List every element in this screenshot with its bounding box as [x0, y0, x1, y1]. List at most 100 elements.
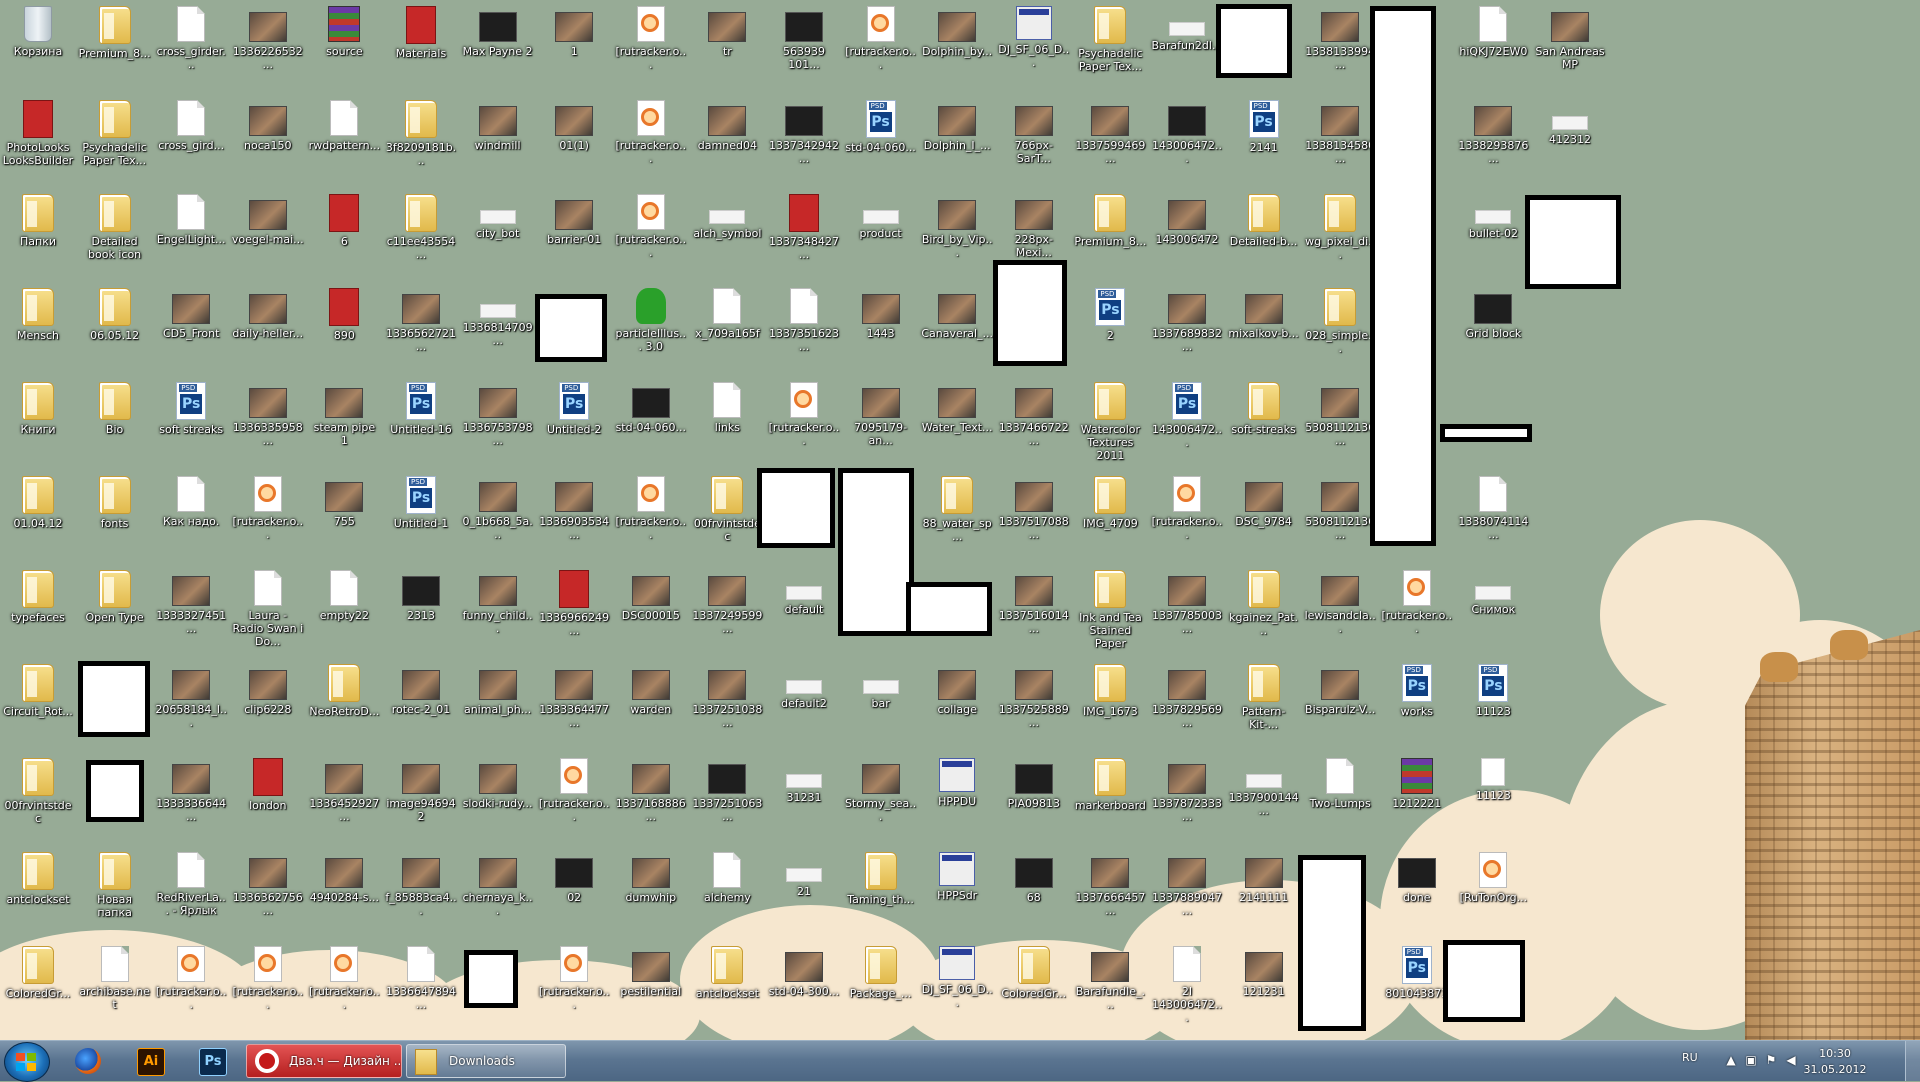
desktop-icon-img[interactable]: 766px-SarT... — [996, 94, 1072, 165]
desktop-icon-opera[interactable]: [rutracker.o... — [613, 188, 689, 259]
desktop-icon-doc[interactable]: 1338074114... — [1455, 470, 1531, 541]
desktop-icon-img[interactable]: 1336753798... — [460, 376, 536, 447]
desktop-icon-img[interactable]: 1337466722... — [996, 376, 1072, 447]
taskbar-pin-illustrator[interactable]: Ai — [124, 1044, 176, 1078]
desktop-icon-opera[interactable]: [rutracker.o... — [1149, 470, 1225, 541]
desktop-icon-img[interactable]: noca150 — [230, 94, 306, 152]
desktop-icon-folder[interactable]: antclockset — [0, 846, 76, 906]
desktop-icon-doc[interactable]: empty22 — [306, 564, 382, 622]
desktop-icon-folder[interactable]: Mensch — [0, 282, 76, 342]
desktop-icon-opera[interactable]: [rutracker.o... — [843, 0, 919, 71]
desktop-icon-img[interactable]: 1337889047... — [1149, 846, 1225, 917]
desktop-icon-dark[interactable]: done — [1379, 846, 1455, 904]
desktop-icon-img[interactable]: Barafundle_... — [1072, 940, 1148, 1011]
desktop-icon-dark[interactable]: Grid block — [1455, 282, 1531, 340]
desktop-icon-rar[interactable]: source — [306, 0, 382, 58]
desktop-icon-img[interactable]: 1337249599... — [689, 564, 765, 635]
desktop-icon-folder[interactable]: typefaces — [0, 564, 76, 624]
desktop-icon-img[interactable]: 1337517088... — [996, 470, 1072, 541]
desktop-icon-psd[interactable]: works — [1379, 658, 1455, 718]
desktop-icon-folder[interactable]: soft-streaks — [1226, 376, 1302, 436]
desktop-icon-doc[interactable]: 1336647894... — [383, 940, 459, 1011]
desktop-icon-doc[interactable]: archibase.net — [77, 940, 153, 1011]
desktop-icon-folder[interactable]: 88_water_sp... — [919, 470, 995, 543]
desktop-icon-exe[interactable]: HPPDU — [919, 752, 995, 808]
desktop-icon-doc[interactable]: Laura - Radio Swan i Do... — [230, 564, 306, 648]
desktop-icon-img[interactable]: 1337785003... — [1149, 564, 1225, 635]
desktop-icon-img[interactable]: DSC00015 — [613, 564, 689, 622]
desktop-icon-img[interactable]: Dolphin_by... — [919, 0, 995, 58]
action-center-flag-icon[interactable]: ⚑ — [1764, 1053, 1778, 1067]
desktop-icon-img[interactable]: 1337525889... — [996, 658, 1072, 729]
desktop-icon-folder[interactable]: NeoRetroD... — [306, 658, 382, 718]
desktop-icon-folder[interactable]: antclockset — [689, 940, 765, 1000]
show-hidden-icons-chevron-icon[interactable]: ▲ — [1724, 1053, 1738, 1067]
desktop-icon-folder[interactable]: Detailed book icon — [77, 188, 153, 261]
desktop-icon-light[interactable]: 412312 — [1532, 94, 1608, 146]
desktop-icon-img[interactable]: lewisandcla... — [1302, 564, 1378, 635]
desktop-icon-red[interactable]: london — [230, 752, 306, 812]
desktop-icon-img[interactable]: 1336452927... — [306, 752, 382, 823]
desktop-icon-img[interactable]: 755 — [306, 470, 382, 528]
desktop-icon-exe[interactable]: DJ_SF_06_D... — [919, 940, 995, 1009]
desktop-icon-folder[interactable]: Circuit_Rot... — [0, 658, 76, 718]
desktop-icon-img[interactable]: 1337829569... — [1149, 658, 1225, 729]
desktop-icon-img[interactable]: slodki-rudy... — [460, 752, 536, 810]
desktop-icon-psd[interactable]: soft streaks — [153, 376, 229, 436]
desktop-icon-img[interactable]: rotec-2_01 — [383, 658, 459, 716]
desktop-icon-img[interactable]: 1338134580... — [1302, 94, 1378, 165]
desktop-icon-img[interactable]: 01(1) — [536, 94, 612, 152]
desktop-icon-folder[interactable]: 01.04.12 — [0, 470, 76, 530]
desktop-icon-opera[interactable]: [rutracker.o... — [306, 940, 382, 1011]
desktop-icon-light[interactable]: 21 — [766, 846, 842, 898]
desktop-icon-dark[interactable]: Max Payne 2 — [460, 0, 536, 58]
desktop-icon-img[interactable]: steam pipe 1 — [306, 376, 382, 447]
desktop-icon-doc[interactable]: cross_gird... — [153, 94, 229, 152]
desktop-icon-folder[interactable]: Premium_8... — [1072, 188, 1148, 248]
desktop-icon-red[interactable]: PhotoLooks LooksBuilder — [0, 94, 76, 167]
desktop-icon-img[interactable]: 1336226532... — [230, 0, 306, 71]
desktop-icon-doc[interactable]: Как надо. — [153, 470, 229, 528]
desktop-icon-folder[interactable]: Detailed-b... — [1226, 188, 1302, 248]
desktop-icon-img[interactable]: 143006472 — [1149, 188, 1225, 246]
desktop-icon-folder[interactable]: Open Type — [77, 564, 153, 624]
desktop-icon-red[interactable]: 1336966249... — [536, 564, 612, 637]
desktop-icon-red[interactable]: 6 — [306, 188, 382, 248]
desktop-icon-img[interactable]: dumwhip — [613, 846, 689, 904]
desktop-icon-img[interactable]: daily-heller... — [230, 282, 306, 340]
desktop-icon-doc[interactable]: alchemy — [689, 846, 765, 904]
desktop-icon-img[interactable]: damned04 — [689, 94, 765, 152]
desktop-icon-img[interactable]: 228px-Mexi... — [996, 188, 1072, 259]
desktop-icon-folder[interactable]: Package_... — [843, 940, 919, 1000]
start-button[interactable] — [4, 1042, 50, 1082]
desktop-icon-img[interactable]: funny_child... — [460, 564, 536, 635]
desktop-icon-psd[interactable]: 2141 — [1226, 94, 1302, 154]
desktop-icon-img[interactable]: warden — [613, 658, 689, 716]
desktop-icon-img[interactable]: 121231 — [1226, 940, 1302, 998]
desktop-icon-img[interactable]: windmill — [460, 94, 536, 152]
desktop-icon-folder[interactable]: Bio — [77, 376, 153, 436]
desktop-icon-light[interactable]: alch_symbol — [689, 188, 765, 240]
desktop-icon-folder[interactable]: fonts — [77, 470, 153, 530]
desktop-icon-img[interactable]: 1333336644... — [153, 752, 229, 823]
desktop-icon-folder[interactable]: markerboard — [1072, 752, 1148, 812]
clock-time[interactable]: 10:30 — [1790, 1047, 1880, 1060]
desktop-icon-red[interactable]: 890 — [306, 282, 382, 342]
desktop-icon-folder[interactable]: Ink and Tea Stained Paper — [1072, 564, 1148, 650]
desktop-icon-img[interactable]: 2141111 — [1226, 846, 1302, 904]
desktop-icon-img[interactable]: San Andreas MP — [1532, 0, 1608, 71]
desktop-icon-folder[interactable]: Watercolor Textures 2011 — [1072, 376, 1148, 462]
desktop-icon-psd[interactable]: std-04-060... — [843, 94, 919, 154]
desktop-icon-opera[interactable]: [rutracker.o... — [536, 940, 612, 1011]
taskbar-window-downloads[interactable]: Downloads — [406, 1044, 566, 1078]
desktop-icon-img[interactable]: 1 — [536, 0, 612, 58]
desktop-icon-img[interactable]: CD5_Front — [153, 282, 229, 340]
desktop-icon-img[interactable]: image946942 — [383, 752, 459, 823]
language-indicator[interactable]: RU — [1682, 1051, 1698, 1064]
desktop-icon-img[interactable]: 1338293876... — [1455, 94, 1531, 165]
desktop-icon-light[interactable]: Barafun2dl... — [1149, 0, 1225, 52]
desktop-icon-light[interactable]: Снимок — [1455, 564, 1531, 616]
desktop-icon-psd[interactable]: 2 — [1072, 282, 1148, 342]
desktop-icon-light[interactable]: city_bot — [460, 188, 536, 240]
desktop-icon-light[interactable]: bar — [843, 658, 919, 710]
